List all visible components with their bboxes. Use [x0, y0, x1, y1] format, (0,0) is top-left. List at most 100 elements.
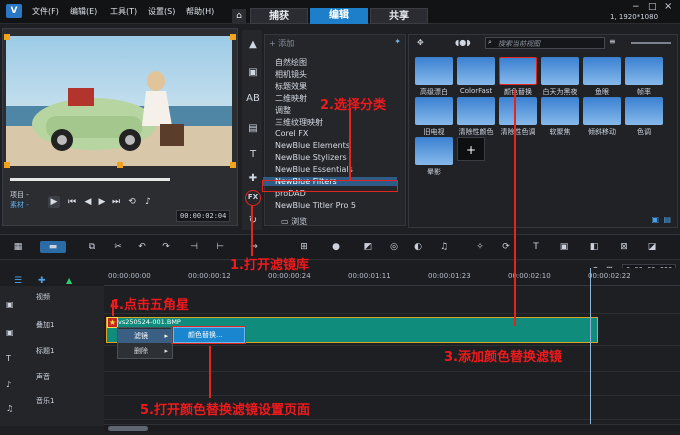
scissors-icon[interactable]: ✂	[112, 241, 124, 253]
mask-icon[interactable]: ◩	[362, 241, 374, 253]
prev-frame-icon[interactable]: ⏮	[66, 196, 78, 208]
mark-icon[interactable]: ⇔	[248, 241, 260, 253]
preview-scrubber[interactable]	[10, 178, 170, 181]
tab-edit[interactable]: 编辑	[310, 8, 368, 24]
crop-handle-br[interactable]	[230, 162, 236, 168]
filter-thumb[interactable]	[583, 57, 621, 85]
filter-category-item[interactable]: NewBlue Stylizers	[275, 153, 347, 162]
redo-icon[interactable]: ↷	[160, 241, 172, 253]
menu-item-filter[interactable]: 滤镜 ▸	[118, 329, 172, 343]
multicam-icon[interactable]: ⊞	[298, 241, 310, 253]
filter-category-item[interactable]: 三维纹理映射	[275, 117, 323, 128]
step-back-icon[interactable]: ◀	[82, 196, 94, 208]
filter-thumb[interactable]	[625, 97, 663, 125]
filter-category-item[interactable]: 标题效果	[275, 81, 307, 92]
record-icon[interactable]: ●	[330, 241, 342, 253]
motion-track-icon[interactable]: ◎	[388, 241, 400, 253]
filter-thumb[interactable]	[625, 57, 663, 85]
ripple-edit-icon[interactable]: ▲	[66, 276, 72, 285]
filter-thumb[interactable]	[457, 97, 495, 125]
auto-music-icon[interactable]: ✧	[474, 241, 486, 253]
crop-handle-bl[interactable]	[4, 162, 10, 168]
title-track[interactable]	[104, 346, 680, 372]
menu-tools[interactable]: 工具(T)	[110, 6, 137, 17]
filter-thumb[interactable]	[457, 57, 495, 85]
add-track-icon[interactable]: ✚	[38, 276, 46, 286]
home-icon[interactable]: ⌂	[232, 9, 246, 23]
image-icon[interactable]: ▣	[558, 241, 570, 253]
split-icon[interactable]: ⊣	[188, 241, 200, 253]
menu-file[interactable]: 文件(F)	[32, 6, 59, 17]
browse-button[interactable]: ▭ 浏览	[281, 216, 307, 227]
split-screen-icon[interactable]: ◧	[588, 241, 600, 253]
track-list-icon[interactable]: ☰	[14, 276, 22, 286]
preview-video[interactable]	[6, 36, 232, 166]
fx-filter-icon[interactable]: FX	[245, 190, 261, 206]
motion-icon[interactable]: ↻	[246, 214, 260, 228]
text-title-icon[interactable]: T	[246, 148, 260, 162]
panel-pin-icon[interactable]: ✦	[394, 37, 401, 46]
tab-share[interactable]: 共享	[370, 8, 428, 24]
filter-category-item[interactable]: 调整	[275, 105, 291, 116]
filter-category-item[interactable]: 二维映射	[275, 93, 307, 104]
add-filter-tile[interactable]: +	[457, 137, 485, 161]
sound-icon[interactable]: ♫	[438, 241, 450, 253]
playhead[interactable]	[590, 268, 591, 428]
filter-thumb[interactable]	[541, 57, 579, 85]
crop-handle-bottom[interactable]	[117, 162, 123, 168]
menu-settings[interactable]: 设置(S)	[148, 6, 175, 17]
title-icon[interactable]: ▤	[246, 122, 260, 136]
track-manager-icon[interactable]: ⧉	[86, 241, 98, 253]
volume-icon[interactable]: ♪	[142, 196, 154, 208]
sort-icon[interactable]: ≡	[609, 37, 616, 46]
undo-icon[interactable]: ↶	[136, 241, 148, 253]
tab-capture[interactable]: 捕获	[250, 8, 308, 24]
media-icon[interactable]: ▲	[246, 38, 260, 52]
timeline-view-icon[interactable]: ▬	[40, 241, 66, 253]
menu-edit[interactable]: 编辑(E)	[70, 6, 97, 17]
thumb-size-slider[interactable]	[631, 42, 671, 44]
filter-view-icon[interactable]: ✥	[417, 38, 424, 47]
color-icon[interactable]: ◐	[412, 241, 424, 253]
fit-icon[interactable]: ⊠	[618, 241, 630, 253]
voice-track[interactable]	[104, 372, 680, 396]
close-button[interactable]: ×	[664, 1, 672, 12]
crop-handle-tl[interactable]	[4, 34, 10, 40]
filter-category-item[interactable]: NewBlue Essentials	[275, 165, 353, 174]
add-button[interactable]: + 添加	[269, 38, 294, 49]
ripple-icon[interactable]: ⊢	[214, 241, 226, 253]
video-track[interactable]	[104, 286, 680, 314]
transition-icon[interactable]: AB	[246, 92, 260, 106]
timecode-display[interactable]: 00:00:02:04	[176, 210, 231, 222]
audio-ducking-icon[interactable]: ⟳	[500, 241, 512, 253]
next-frame-icon[interactable]: ⏭	[110, 196, 122, 208]
crop-handle-tr[interactable]	[230, 34, 236, 40]
minimize-button[interactable]: −	[632, 2, 640, 12]
filter-category-item[interactable]: 自然绘图	[275, 57, 307, 68]
timeline-ruler[interactable]: 00:00:00:00 00:00:00:12 00:00:00:24 00:0…	[104, 268, 680, 286]
filter-thumb[interactable]	[499, 97, 537, 125]
filter-thumb[interactable]	[541, 97, 579, 125]
maximize-button[interactable]: □	[648, 2, 657, 12]
filter-category-item[interactable]: 相机镜头	[275, 69, 307, 80]
filter-thumb-color-replace[interactable]	[499, 57, 537, 85]
panel-expand-icon[interactable]: ▤	[663, 215, 671, 224]
scroll-thumb[interactable]	[108, 426, 148, 431]
timeline-scrollbar[interactable]	[104, 424, 680, 432]
filter-thumb[interactable]	[415, 57, 453, 85]
graphics-icon[interactable]: ✚	[246, 172, 260, 186]
search-input[interactable]: ⌕ 搜索当前视图	[485, 37, 605, 49]
toggle-icon[interactable]: ◖●◗	[455, 38, 470, 47]
play-icon[interactable]: ▶	[48, 196, 60, 208]
filter-thumb[interactable]	[415, 97, 453, 125]
instant-project-icon[interactable]: ▣	[246, 66, 260, 80]
zoom-fit-icon[interactable]: ◪	[646, 241, 658, 253]
menu-item-delete[interactable]: 删除 ▸	[118, 344, 172, 358]
filter-thumb[interactable]	[583, 97, 621, 125]
menu-help[interactable]: 帮助(H)	[186, 6, 214, 17]
step-forward-icon[interactable]: ▶	[96, 196, 108, 208]
repeat-icon[interactable]: ⟲	[126, 196, 138, 208]
filter-category-item[interactable]: NewBlue Elements	[275, 141, 350, 150]
filter-category-item[interactable]: NewBlue Titler Pro 5	[275, 201, 356, 210]
subtitle-icon[interactable]: T	[530, 241, 542, 253]
